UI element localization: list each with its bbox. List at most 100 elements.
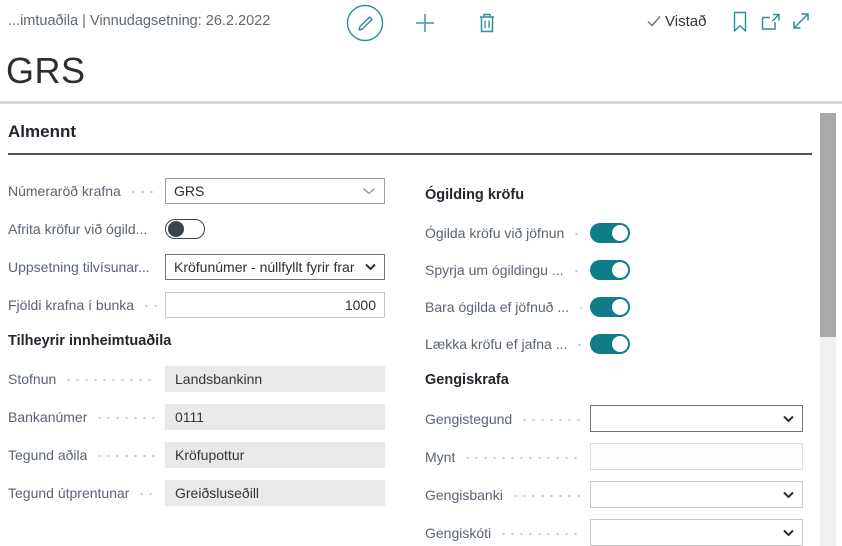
toggle-knob [612,336,628,352]
toggle-knob [612,225,628,241]
field-label: Uppsetning tilvísunar... [8,259,149,275]
field-label: Ógilda kröfu við jöfnun [425,225,564,241]
field-label: Afrita kröfur við ógild... [8,221,147,237]
ogilda-toggle[interactable] [590,223,630,243]
subheader-tilheyrir: Tilheyrir innheimtuaðila [8,333,393,349]
dotted-leader [129,190,157,194]
dotted-leader [95,416,157,420]
fjoldi-input[interactable] [165,292,385,318]
gengisbanki-select[interactable] [590,481,803,508]
laekka-toggle[interactable] [590,334,630,354]
breadcrumb[interactable]: ...imtuaðila | Vinnudagsetning: 26.2.202… [8,13,270,29]
field-mynt: Mynt [425,443,812,470]
tegund-adila-value: Kröfupottur [165,442,385,468]
dotted-leader [577,306,582,310]
save-status: Vistað [645,12,706,30]
toggle-knob [612,299,628,315]
chevron-down-icon [783,415,794,423]
select-value: Kröfunúmer - núllfyllt fyrir frar [174,259,354,275]
combobox-value: GRS [174,183,204,199]
dotted-leader [463,456,582,460]
edit-button[interactable] [346,4,384,42]
numerarod-combobox[interactable]: GRS [165,178,385,204]
subheader-ogilding: Ógilding kröfu [425,187,812,203]
dotted-leader [499,532,582,536]
field-laekka-krofu: Lækka kröfu ef jafna ... [425,331,812,357]
field-afrita-krofur: Afrita kröfur við ógild... [8,216,393,242]
saved-label: Vistað [665,13,706,30]
action-bar: ...imtuaðila | Vinnudagsetning: 26.2.202… [0,0,842,46]
gengistegund-select[interactable] [590,405,803,432]
gengiskoti-select[interactable] [590,519,803,546]
expand-icon [791,11,811,31]
section-header-almennt[interactable]: Almennt [8,122,812,155]
toggle-knob [168,221,184,237]
field-spyrja-um: Spyrja um ógildingu ... [425,257,812,283]
field-label: Bankanúmer [8,409,87,425]
fasttab-almennt: Almennt Númeraröð krafna GRS Afrita kröf… [0,104,842,546]
field-stofnun: Stofnun Landsbankinn [8,366,393,392]
bara-toggle[interactable] [590,297,630,317]
field-label: Tegund útprentunar [8,485,129,501]
field-label: Spyrja um ógildingu ... [425,262,564,278]
dotted-leader [155,228,157,232]
field-label: Mynt [425,449,455,465]
open-in-window-button[interactable] [761,12,781,32]
trash-icon [477,11,497,35]
field-label: Stofnun [8,371,56,387]
mynt-input[interactable] [590,443,803,470]
field-tegund-adila: Tegund aðila Kröfupottur [8,442,393,468]
chevron-down-icon [783,491,794,499]
field-tegund-utprentunar: Tegund útprentunar Greiðsluseðill [8,480,393,506]
field-label: Númeraröð krafna [8,183,121,199]
open-in-window-icon [761,12,781,32]
field-numerarod-krafna: Númeraröð krafna GRS [8,178,393,204]
dotted-leader [511,494,582,498]
spyrja-toggle[interactable] [590,260,630,280]
chevron-down-icon [365,263,376,271]
field-ogilda-krofu: Ógilda kröfu við jöfnun [425,220,812,246]
expand-button[interactable] [791,11,811,31]
dotted-leader [142,304,157,308]
dotted-leader [137,492,157,496]
scrollbar-thumb[interactable] [820,113,836,337]
dotted-leader [572,269,582,273]
stofnun-value: Landsbankinn [165,366,385,392]
left-column: Númeraröð krafna GRS Afrita kröfur við ó… [8,178,393,546]
field-gengisbanki: Gengisbanki [425,481,812,508]
dotted-leader [64,378,157,382]
field-fjoldi-krafna: Fjöldi krafna í bunka [8,292,393,318]
field-bara-ogilda: Bara ógilda ef jöfnuð ... [425,294,812,320]
field-label: Gengiskóti [425,525,491,541]
page-title: GRS [6,50,842,92]
dotted-leader [572,232,582,236]
field-label: Bara ógilda ef jöfnuð ... [425,299,569,315]
vertical-scrollbar[interactable] [820,113,836,546]
uppsetning-select[interactable]: Kröfunúmer - núllfyllt fyrir frar [165,254,385,280]
field-label: Lækka kröfu ef jafna ... [425,336,567,352]
field-uppsetning-tilvisunar: Uppsetning tilvísunar... Kröfunúmer - nú… [8,254,393,280]
dotted-leader [520,418,582,422]
subheader-gengiskrafa: Gengiskrafa [425,372,812,388]
bankanumer-value: 0111 [165,404,385,430]
check-icon [645,12,663,30]
tegund-utprentunar-value: Greiðsluseðill [165,480,385,506]
bookmark-button[interactable] [732,11,748,33]
field-label: Fjöldi krafna í bunka [8,297,134,313]
field-label: Tegund aðila [8,447,87,463]
field-label: Gengisbanki [425,487,503,503]
chevron-down-icon [783,529,794,537]
field-gengiskoti: Gengiskóti [425,519,812,546]
dotted-leader [95,454,157,458]
dotted-leader [575,343,582,347]
field-gengistegund: Gengistegund [425,405,812,432]
right-column: Ógilding kröfu Ógilda kröfu við jöfnun S… [425,178,812,546]
afrita-toggle[interactable] [165,219,205,239]
new-button[interactable] [414,12,436,34]
field-bankanumer: Bankanúmer 0111 [8,404,393,430]
delete-button[interactable] [477,11,497,35]
toggle-knob [612,262,628,278]
chevron-down-icon[interactable] [362,187,376,195]
pencil-icon [346,4,384,42]
field-label: Gengistegund [425,411,512,427]
